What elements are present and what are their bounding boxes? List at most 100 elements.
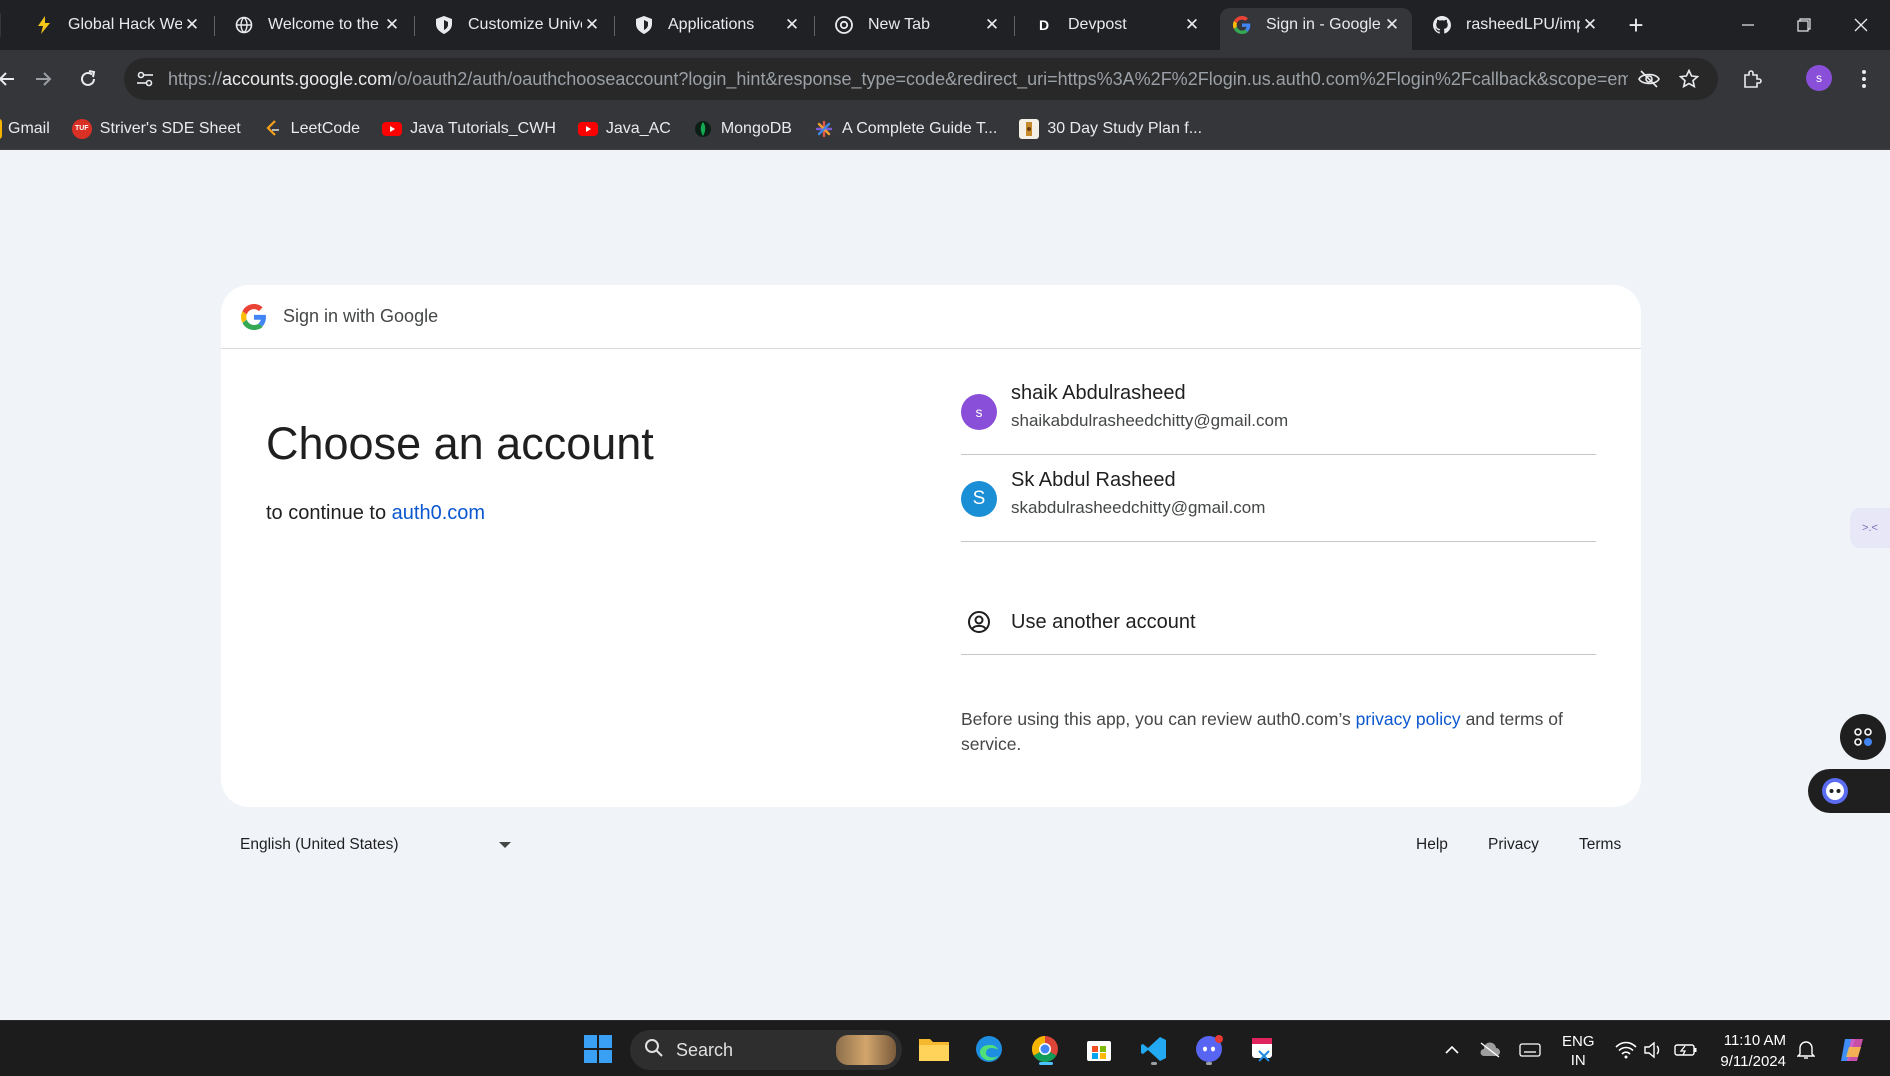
language-selector[interactable]: English (United States) — [240, 836, 511, 854]
minimize-icon[interactable] — [1733, 10, 1763, 40]
bookmark-label: A Complete Guide T... — [841, 119, 998, 137]
address-bar[interactable]: https://accounts.google.com/o/oauth2/aut… — [124, 58, 1718, 100]
notification-bell-icon[interactable] — [1794, 1038, 1818, 1062]
shield-icon — [634, 15, 654, 35]
tab-title: Customize Unive — [468, 16, 582, 33]
account-name: Sk Abdul Rasheed — [1011, 469, 1176, 491]
tab-separator — [614, 16, 615, 36]
youtube-icon — [382, 119, 403, 139]
tab-search-icon[interactable] — [0, 10, 8, 40]
assistant-bot-icon[interactable] — [1808, 769, 1890, 813]
privacy-policy-link[interactable]: privacy policy — [1356, 709, 1461, 729]
tab-devpost[interactable]: D Devpost ✕ — [1022, 8, 1212, 42]
bookmark-java-ac[interactable]: Java_AC — [577, 119, 671, 139]
region-code: IN — [1570, 1052, 1586, 1069]
copilot-icon[interactable] — [1836, 1034, 1868, 1066]
tab-customize-universal[interactable]: Customize Unive ✕ — [422, 8, 612, 42]
close-icon[interactable]: ✕ — [182, 15, 202, 35]
menu-icon[interactable] — [1849, 64, 1879, 94]
volume-icon[interactable] — [1642, 1038, 1666, 1062]
close-window-icon[interactable] — [1846, 10, 1876, 40]
edge-icon[interactable] — [971, 1031, 1007, 1067]
windows-start-icon[interactable] — [580, 1031, 616, 1067]
tab-sign-in-google[interactable]: Sign in - Google ✕ — [1220, 8, 1412, 50]
account-email: shaikabdulrasheedchitty@gmail.com — [1011, 411, 1289, 430]
search-icon — [644, 1038, 664, 1063]
eye-off-icon[interactable] — [1636, 66, 1662, 92]
url-text[interactable]: https://accounts.google.com/o/oauth2/aut… — [168, 69, 1628, 90]
tab-welcome[interactable]: Welcome to the ✕ — [222, 8, 412, 42]
tab-new-tab[interactable]: New Tab ✕ — [822, 8, 1012, 42]
windows-taskbar: Search ENG IN 11:10 AM 9/11/2024 — [0, 1020, 1890, 1076]
microsoft-store-icon[interactable] — [1081, 1031, 1117, 1067]
close-icon[interactable]: ✕ — [782, 15, 802, 35]
mongodb-leaf-icon — [693, 119, 713, 139]
continue-to-text: to continue to auth0.com — [266, 502, 485, 525]
battery-icon[interactable] — [1674, 1038, 1698, 1062]
globe-icon — [234, 15, 254, 35]
taskbar-search[interactable]: Search — [630, 1030, 902, 1070]
back-icon[interactable] — [0, 64, 22, 94]
page-title: Choose an account — [266, 418, 654, 469]
bookmark-star-icon[interactable] — [1676, 66, 1702, 92]
terms-link[interactable]: Terms — [1579, 836, 1621, 854]
apps-grid-icon[interactable] — [1840, 714, 1886, 760]
snipping-tool-icon[interactable] — [1245, 1031, 1281, 1067]
new-tab-button[interactable]: + — [1622, 10, 1650, 40]
side-panel-tab-icon[interactable]: >.< — [1850, 508, 1890, 548]
bookmark-gmail[interactable]: Gmail — [0, 118, 50, 139]
tab-title: Global Hack Wee — [68, 16, 182, 33]
wifi-icon[interactable] — [1614, 1038, 1638, 1062]
close-icon[interactable]: ✕ — [582, 15, 602, 35]
search-placeholder: Search — [676, 1039, 734, 1060]
bookmark-label: Striver's SDE Sheet — [99, 119, 241, 137]
leetcode-icon — [263, 119, 283, 139]
help-link[interactable]: Help — [1416, 836, 1448, 854]
tab-global-hack-week[interactable]: Global Hack Wee ✕ — [22, 8, 212, 42]
tab-applications[interactable]: Applications ✕ — [622, 8, 812, 42]
chrome-taskbar-icon[interactable] — [1027, 1031, 1063, 1067]
bookmark-label: 30 Day Study Plan f... — [1047, 119, 1203, 137]
clock[interactable]: 11:10 AM 9/11/2024 — [1716, 1030, 1786, 1072]
forward-icon[interactable] — [28, 64, 58, 94]
card-header: Sign in with Google — [221, 285, 1641, 349]
reload-icon[interactable] — [73, 64, 103, 94]
account-item[interactable]: S Sk Abdul Rasheed skabdulrasheedchitty@… — [961, 456, 1596, 542]
tab-separator — [214, 16, 215, 36]
discord-icon[interactable] — [1191, 1031, 1227, 1067]
close-icon[interactable]: ✕ — [1182, 15, 1202, 35]
site-settings-icon[interactable] — [132, 66, 158, 92]
bookmark-30-day-study-plan[interactable]: 30 Day Study Plan f... — [1019, 118, 1203, 139]
github-icon — [1432, 15, 1452, 35]
file-explorer-icon[interactable] — [916, 1031, 952, 1067]
show-hidden-icons-chevron-icon[interactable] — [1440, 1038, 1464, 1062]
bookmark-label: Java Tutorials_CWH — [410, 119, 556, 137]
use-another-account-button[interactable]: Use another account — [961, 590, 1596, 655]
vscode-icon[interactable] — [1136, 1031, 1172, 1067]
restore-icon[interactable] — [1789, 10, 1819, 40]
close-icon[interactable]: ✕ — [982, 15, 1002, 35]
bookmark-leetcode[interactable]: LeetCode — [263, 119, 360, 139]
bookmark-java-tutorials-cwh[interactable]: Java Tutorials_CWH — [382, 119, 556, 139]
bookmark-mongodb[interactable]: MongoDB — [693, 119, 792, 139]
continue-app-link[interactable]: auth0.com — [392, 502, 485, 524]
account-item[interactable]: s shaik Abdulrasheed shaikabdulrasheedch… — [961, 369, 1596, 455]
open-indicator — [1151, 1062, 1157, 1065]
close-icon[interactable]: ✕ — [1580, 15, 1600, 35]
google-logo-icon — [241, 303, 266, 330]
profile-avatar[interactable]: s — [1806, 65, 1832, 91]
bookmark-complete-guide[interactable]: A Complete Guide T... — [814, 119, 997, 139]
bookmark-strivers-sde-sheet[interactable]: TUF Striver's SDE Sheet — [71, 118, 241, 139]
input-language[interactable]: ENG IN — [1562, 1032, 1595, 1070]
extensions-icon[interactable] — [1737, 64, 1767, 94]
tab-title: Sign in - Google — [1266, 16, 1381, 33]
shield-icon — [434, 15, 454, 35]
clock-time: 11:10 AM — [1723, 1032, 1786, 1049]
tab-github[interactable]: rasheedLPU/imp ✕ — [1420, 8, 1610, 42]
keyboard-icon[interactable] — [1518, 1038, 1542, 1062]
close-icon[interactable]: ✕ — [1382, 15, 1402, 35]
cloud-off-icon[interactable] — [1478, 1038, 1502, 1062]
devpost-icon: D — [1038, 17, 1050, 33]
close-icon[interactable]: ✕ — [382, 15, 402, 35]
privacy-link[interactable]: Privacy — [1488, 836, 1539, 854]
